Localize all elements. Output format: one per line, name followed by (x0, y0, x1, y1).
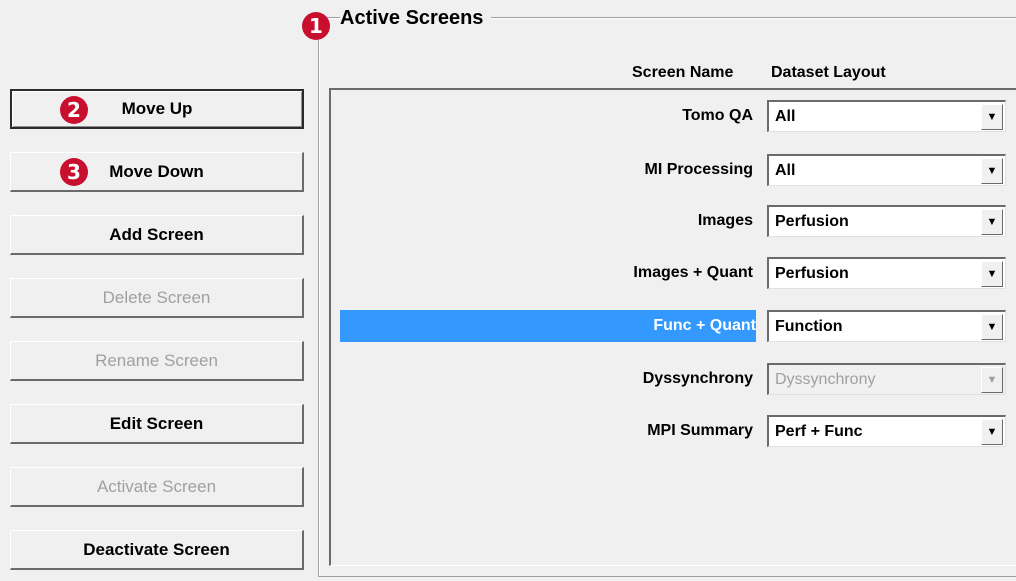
edit-screen-label: Edit Screen (109, 413, 204, 433)
active-screens-title: Active Screens (340, 7, 492, 30)
activate-screen-label: Activate Screen (96, 476, 217, 496)
callout-marker-3: 3 (60, 158, 88, 186)
dataset-layout-header: Dataset Layout (771, 64, 886, 81)
screen-name-mpi-summary[interactable]: MPI Summary (647, 415, 753, 447)
add-screen-button[interactable]: Add Screen (10, 215, 304, 255)
layout-value: Perfusion (775, 212, 849, 230)
screen-name-images[interactable]: Images (698, 205, 753, 237)
chevron-down-icon[interactable]: ▼ (981, 418, 1003, 445)
deactivate-screen-label: Deactivate Screen (83, 539, 230, 559)
activate-screen-button: Activate Screen (10, 467, 304, 507)
delete-screen-label: Delete Screen (102, 287, 211, 307)
rename-screen-button: Rename Screen (10, 341, 304, 381)
callout-marker-2: 2 (60, 96, 88, 124)
screen-name-tomo-qa[interactable]: Tomo QA (682, 100, 753, 132)
chevron-down-icon[interactable]: ▼ (981, 103, 1003, 130)
edit-screen-button[interactable]: Edit Screen (10, 404, 304, 444)
layout-select-images-quant[interactable]: Perfusion ▼ (767, 257, 1006, 289)
layout-select-func-quant[interactable]: Function ▼ (767, 310, 1006, 342)
screen-name-header: Screen Name (632, 64, 734, 81)
layout-value: Dyssynchrony (775, 370, 876, 388)
screen-name-images-quant[interactable]: Images + Quant (633, 257, 753, 289)
chevron-down-icon[interactable]: ▼ (981, 313, 1003, 340)
deactivate-screen-button[interactable]: Deactivate Screen (10, 530, 304, 570)
layout-value: All (775, 107, 796, 125)
move-down-button[interactable]: Move Down (10, 152, 304, 192)
layout-select-dyssynchrony: Dyssynchrony ▼ (767, 363, 1006, 395)
layout-value: Perf + Func (775, 422, 863, 440)
layout-select-tomo-qa[interactable]: All ▼ (767, 100, 1006, 132)
add-screen-label: Add Screen (109, 224, 204, 244)
callout-marker-1: 1 (302, 12, 330, 40)
layout-value: Function (775, 317, 843, 335)
chevron-down-icon[interactable]: ▼ (981, 208, 1003, 235)
screen-name-func-quant[interactable]: Func + Quant (340, 310, 756, 342)
delete-screen-button: Delete Screen (10, 278, 304, 318)
rename-screen-label: Rename Screen (95, 350, 218, 370)
screen-name-dyssynchrony[interactable]: Dyssynchrony (643, 363, 753, 395)
screen-name-mi-processing[interactable]: MI Processing (645, 154, 753, 186)
move-up-label: Move Up (121, 99, 193, 118)
move-up-button[interactable]: Move Up (10, 89, 304, 129)
layout-value: Perfusion (775, 264, 849, 282)
layout-value: All (775, 161, 796, 179)
layout-select-mpi-summary[interactable]: Perf + Func ▼ (767, 415, 1006, 447)
layout-select-mi-processing[interactable]: All ▼ (767, 154, 1006, 186)
chevron-down-icon: ▼ (981, 366, 1003, 393)
chevron-down-icon[interactable]: ▼ (981, 260, 1003, 287)
layout-select-images[interactable]: Perfusion ▼ (767, 205, 1006, 237)
chevron-down-icon[interactable]: ▼ (981, 157, 1003, 184)
move-down-label: Move Down (109, 161, 204, 181)
